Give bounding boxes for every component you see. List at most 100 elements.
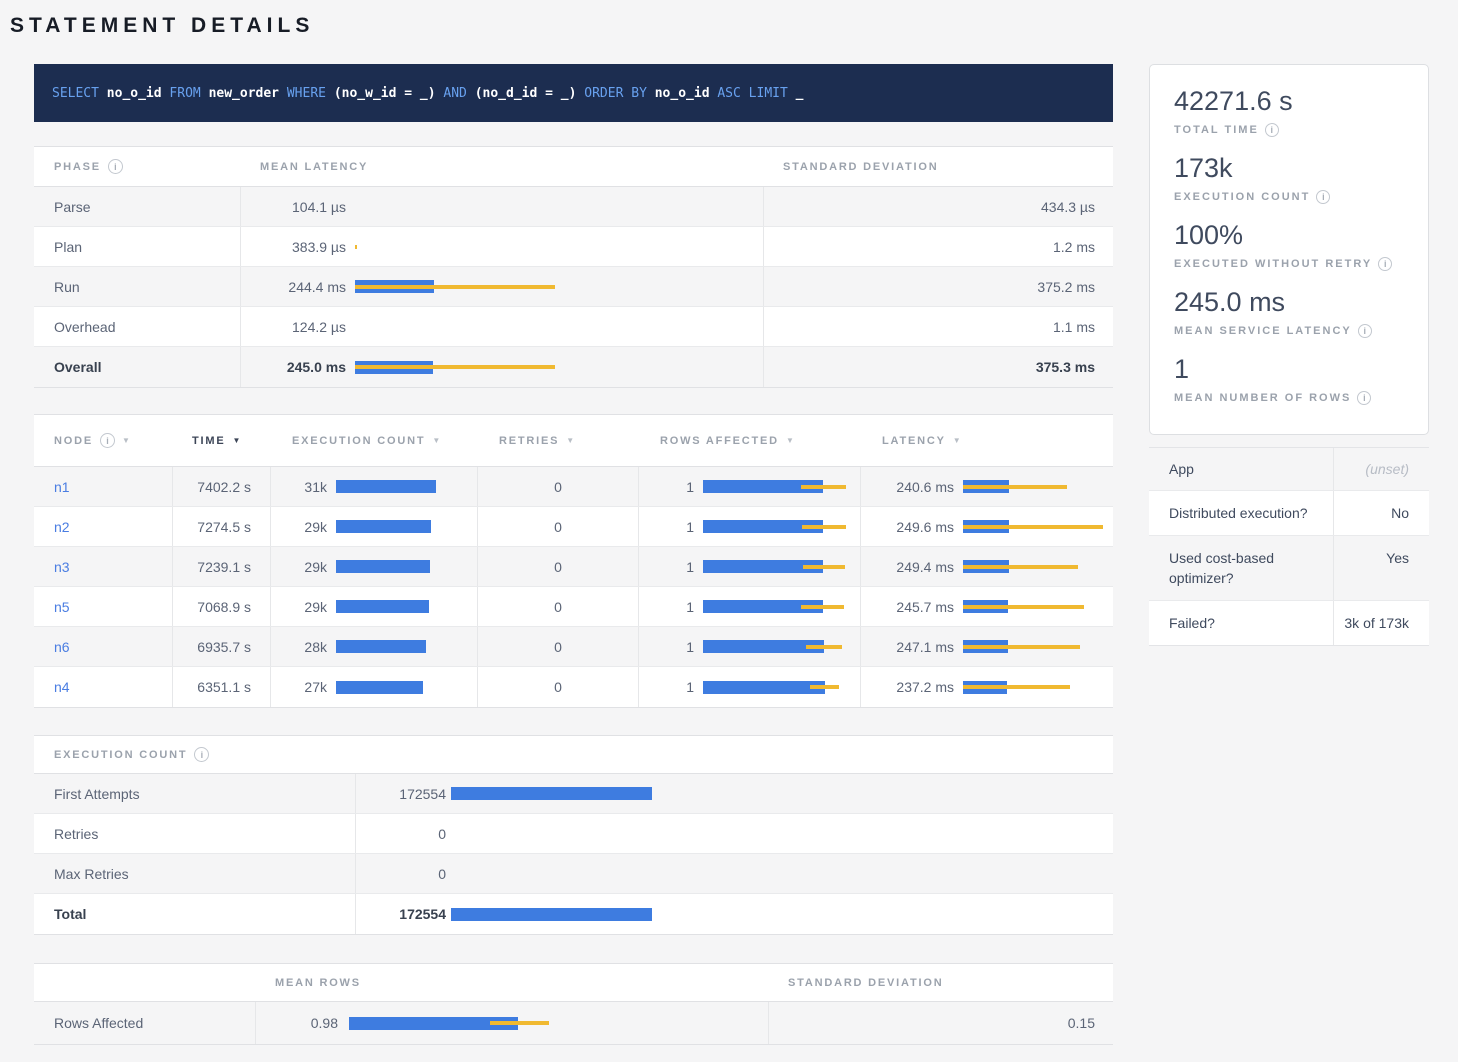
execution-count-cell: 27k xyxy=(270,667,477,707)
table-row: Total 172554 xyxy=(34,894,1113,934)
row-label: Rows Affected xyxy=(34,1002,255,1044)
latency-bar xyxy=(963,560,1113,573)
count-bar xyxy=(451,867,1091,880)
time-column-header[interactable]: TIME ▼ xyxy=(172,415,270,466)
info-icon[interactable]: i xyxy=(100,433,115,448)
rows-affected-summary-table: MEAN ROWS STANDARD DEVIATION Rows Affect… xyxy=(34,963,1113,1045)
latency-cell: 240.6 ms xyxy=(860,467,1113,506)
std-dev-cell: 375.3 ms xyxy=(763,347,1113,387)
info-icon[interactable]: i xyxy=(1265,123,1279,137)
statement-details-page: STATEMENT DETAILS SELECT no_o_id FROM ne… xyxy=(0,0,1458,1062)
mean-rows-cell: 0.98 xyxy=(255,1002,768,1044)
std-dev-cell: 0.15 xyxy=(768,1002,1113,1044)
rows-affected-column-header[interactable]: ROWS AFFECTED ▼ xyxy=(638,415,860,466)
time-cell: 7068.9 s xyxy=(172,587,270,626)
node-link[interactable]: n1 xyxy=(54,479,70,495)
latency-cell: 237.2 ms xyxy=(860,667,1113,707)
phase-column-header[interactable]: PHASE i xyxy=(34,147,240,186)
mean-latency-cell: 245.0 ms xyxy=(240,347,763,387)
phase-latency-table: PHASE i MEAN LATENCY STANDARD DEVIATION … xyxy=(34,146,1113,388)
time-cell: 6935.7 s xyxy=(172,627,270,666)
mean-latency-cell: 244.4 ms xyxy=(240,267,763,306)
table-row: n3 7239.1 s 29k 0 1 249.4 ms xyxy=(34,547,1113,587)
execution-count-bar xyxy=(336,560,477,573)
attr-row-failed: Failed? 3k of 173k xyxy=(1149,601,1429,645)
node-link[interactable]: n5 xyxy=(54,599,70,615)
std-dev-cell: 434.3 µs xyxy=(763,187,1113,226)
sort-desc-icon[interactable]: ▼ xyxy=(232,436,240,445)
rows-affected-bar xyxy=(703,681,860,694)
std-dev-cell: 1.1 ms xyxy=(763,307,1113,346)
execution-count-bar xyxy=(336,681,477,694)
mean-latency-cell: 383.9 µs xyxy=(240,227,763,266)
node-link[interactable]: n3 xyxy=(54,559,70,575)
sql-statement: SELECT no_o_id FROM new_order WHERE (no_… xyxy=(52,86,803,101)
sort-desc-icon[interactable]: ▼ xyxy=(122,436,130,445)
latency-bar xyxy=(355,320,760,333)
row-label: First Attempts xyxy=(34,774,355,813)
latency-bar xyxy=(355,240,760,253)
retries-cell: 0 xyxy=(477,507,638,546)
count-bar xyxy=(451,787,1091,800)
execution-count-column-header[interactable]: EXECUTION COUNT ▼ xyxy=(270,415,477,466)
table-row: Plan 383.9 µs 1.2 ms xyxy=(34,227,1113,267)
node-column-header[interactable]: NODE i ▼ xyxy=(34,415,172,466)
retries-cell: 0 xyxy=(477,547,638,586)
phase-label: Overall xyxy=(34,347,240,387)
info-icon[interactable]: i xyxy=(194,747,209,762)
phase-label: Run xyxy=(34,267,240,306)
latency-bar xyxy=(355,361,760,374)
std-dev-column-header: STANDARD DEVIATION xyxy=(763,147,1113,186)
table-row: Overhead 124.2 µs 1.1 ms xyxy=(34,307,1113,347)
retries-column-header[interactable]: RETRIES ▼ xyxy=(477,415,638,466)
node-link[interactable]: n4 xyxy=(54,679,70,695)
stat-mean-service-latency: 245.0 ms MEAN SERVICE LATENCYi xyxy=(1174,286,1404,338)
table-row: Max Retries 0 xyxy=(34,854,1113,894)
std-dev-cell: 375.2 ms xyxy=(763,267,1113,306)
latency-bar xyxy=(355,280,760,293)
mean-latency-cell: 124.2 µs xyxy=(240,307,763,346)
info-icon[interactable]: i xyxy=(1357,391,1371,405)
latency-cell: 249.4 ms xyxy=(860,547,1113,586)
execution-count-bar xyxy=(336,520,477,533)
std-dev-cell: 1.2 ms xyxy=(763,227,1113,266)
execution-count-cell: 29k xyxy=(270,587,477,626)
execution-count-table-title: EXECUTION COUNT i xyxy=(34,736,355,773)
node-link[interactable]: n6 xyxy=(54,639,70,655)
attributes-panel: App (unset) Distributed execution? No Us… xyxy=(1149,447,1429,646)
mean-rows-bar xyxy=(349,1017,749,1030)
info-icon[interactable]: i xyxy=(108,159,123,174)
rows-affected-bar xyxy=(703,520,860,533)
row-label: Total xyxy=(34,894,355,934)
sort-desc-icon[interactable]: ▼ xyxy=(953,436,961,445)
sort-desc-icon[interactable]: ▼ xyxy=(432,436,440,445)
phase-label: Parse xyxy=(34,187,240,226)
execution-count-cell: 29k xyxy=(270,507,477,546)
mean-latency-cell: 104.1 µs xyxy=(240,187,763,226)
time-cell: 7274.5 s xyxy=(172,507,270,546)
execution-count-bar xyxy=(336,600,477,613)
table-row: n6 6935.7 s 28k 0 1 247.1 ms xyxy=(34,627,1113,667)
table-row: Run 244.4 ms 375.2 ms xyxy=(34,267,1113,307)
node-link[interactable]: n2 xyxy=(54,519,70,535)
latency-bar xyxy=(963,480,1113,493)
sort-desc-icon[interactable]: ▼ xyxy=(566,436,574,445)
stat-total-time: 42271.6 s TOTAL TIMEi xyxy=(1174,85,1404,137)
info-icon[interactable]: i xyxy=(1358,324,1372,338)
rows-affected-cell: 1 xyxy=(638,507,860,546)
rows-affected-cell: 1 xyxy=(638,627,860,666)
time-cell: 6351.1 s xyxy=(172,667,270,707)
time-cell: 7239.1 s xyxy=(172,547,270,586)
latency-column-header[interactable]: LATENCY ▼ xyxy=(860,415,1113,466)
stat-executed-without-retry: 100% EXECUTED WITHOUT RETRYi xyxy=(1174,219,1404,271)
latency-bar xyxy=(355,200,760,213)
retries-cell: 0 xyxy=(477,667,638,707)
info-icon[interactable]: i xyxy=(1316,190,1330,204)
info-icon[interactable]: i xyxy=(1378,257,1392,271)
stat-mean-number-of-rows: 1 MEAN NUMBER OF ROWSi xyxy=(1174,353,1404,405)
execution-count-bar xyxy=(336,640,477,653)
latency-bar xyxy=(963,600,1113,613)
retries-cell: 0 xyxy=(477,587,638,626)
sort-desc-icon[interactable]: ▼ xyxy=(786,436,794,445)
table-row: Rows Affected 0.98 0.15 xyxy=(34,1002,1113,1044)
